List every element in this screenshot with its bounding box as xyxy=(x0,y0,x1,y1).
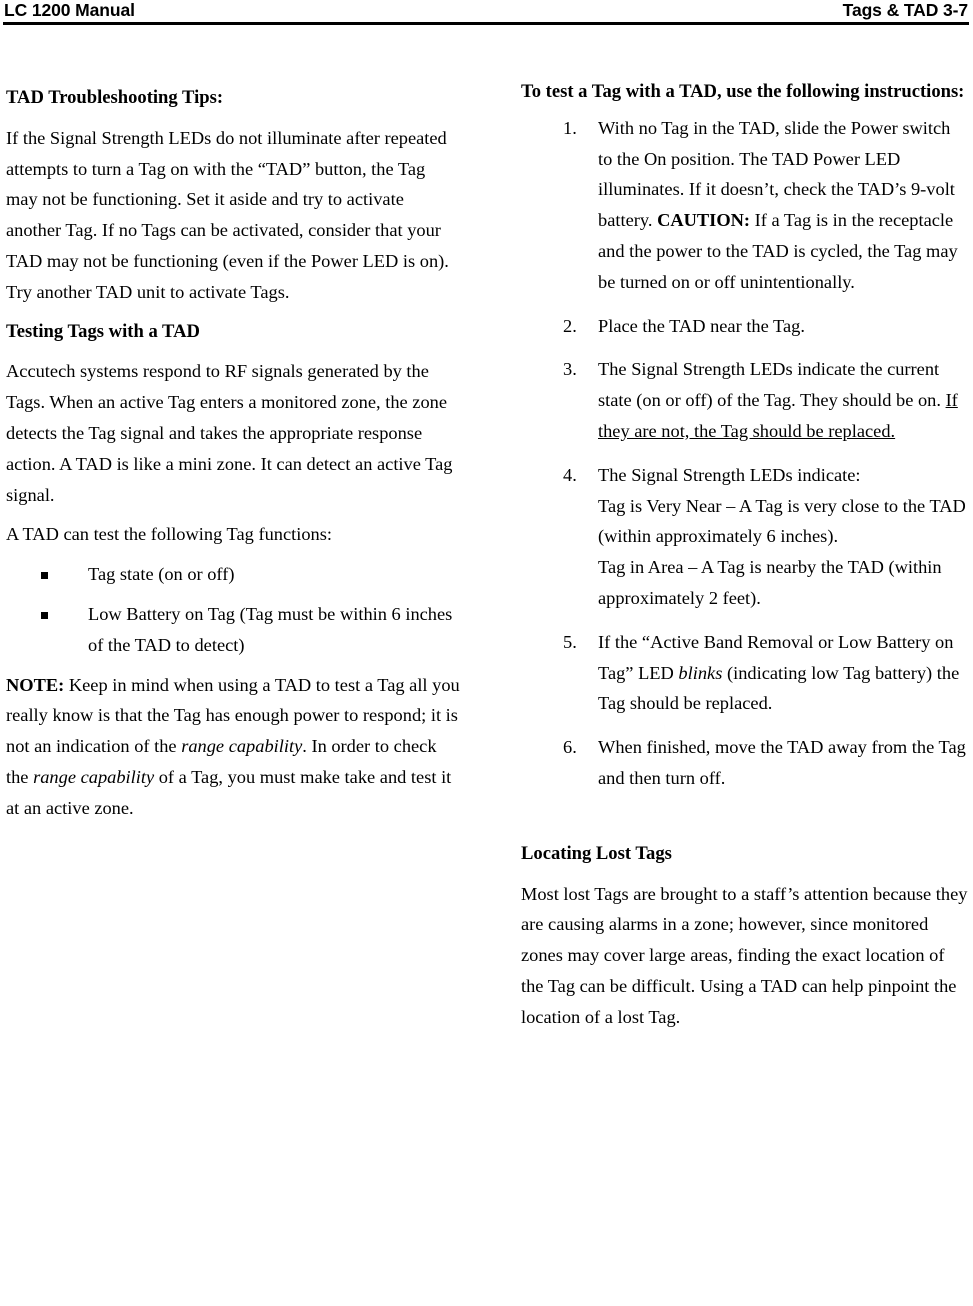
list-item: 5. If the “Active Band Removal or Low Ba… xyxy=(521,627,968,719)
list-item-number: 2. xyxy=(563,315,577,336)
paragraph-locating-lost-tags: Most lost Tags are brought to a staff’s … xyxy=(521,883,968,1027)
list-item-number: 5. xyxy=(563,631,577,652)
bullet-item-label: Tag state (on or off) xyxy=(88,564,235,585)
paragraph-tad-can-test: A TAD can test the following Tag functio… xyxy=(6,524,333,545)
list-item-italic-blinks: blinks xyxy=(678,662,723,683)
list-item: 3. The Signal Strength LEDs indicate the… xyxy=(521,354,968,446)
note-label: NOTE: xyxy=(6,674,65,695)
caution-label: CAUTION: xyxy=(657,210,751,231)
heading-to-test-a-tag: To test a Tag with a TAD, use the follow… xyxy=(521,81,965,102)
list-item-number: 6. xyxy=(563,737,577,758)
list-item: 1. With no Tag in the TAD, slide the Pow… xyxy=(521,113,968,298)
list-item: Low Battery on Tag (Tag must be within 6… xyxy=(6,599,461,661)
list-item: 4. The Signal Strength LEDs indicate: Ta… xyxy=(521,460,968,614)
list-item: Tag state (on or off) xyxy=(6,559,461,590)
header-divider-rule xyxy=(3,22,969,25)
heading-testing-tags-with-a-tad: Testing Tags with a TAD xyxy=(6,320,200,342)
list-item-text-1: Place the TAD near the Tag. xyxy=(598,315,805,336)
list-item: 2. Place the TAD near the Tag. xyxy=(521,311,968,342)
tag-functions-bullet-list: Tag state (on or off) Low Battery on Tag… xyxy=(6,559,461,660)
list-item-number: 1. xyxy=(563,117,577,138)
list-item-text-1: When finished, move the TAD away from th… xyxy=(598,737,966,788)
paragraph-accutech-systems: Accutech systems respond to RF signals g… xyxy=(6,361,453,505)
note-italic-1: range capability xyxy=(181,736,303,757)
right-column: To test a Tag with a TAD, use the follow… xyxy=(521,74,968,1033)
list-item-text-1: The Signal Strength LEDs indicate the cu… xyxy=(598,359,946,411)
heading-locating-lost-tags: Locating Lost Tags xyxy=(521,842,672,864)
bullet-item-label: Low Battery on Tag (Tag must be within 6… xyxy=(88,603,453,655)
paragraph-troubleshooting: If the Signal Strength LEDs do not illum… xyxy=(6,127,449,302)
header-manual-title: LC 1200 Manual xyxy=(4,0,135,20)
list-item-line-1: The Signal Strength LEDs indicate: xyxy=(598,464,861,485)
test-instructions-numbered-list: 1. With no Tag in the TAD, slide the Pow… xyxy=(521,113,968,794)
note-italic-2: range capability xyxy=(33,766,155,787)
list-item: 6. When finished, move the TAD away from… xyxy=(521,732,968,794)
paragraph-note: NOTE: Keep in mind when using a TAD to t… xyxy=(6,670,461,824)
list-item-number: 4. xyxy=(563,464,577,485)
list-item-number: 3. xyxy=(563,359,577,380)
heading-tad-troubleshooting-tips: TAD Troubleshooting Tips: xyxy=(6,87,224,108)
list-item-line-3: Tag in Area – A Tag is nearby the TAD (w… xyxy=(598,557,942,608)
list-item-line-2: Tag is Very Near – A Tag is very close t… xyxy=(598,495,966,547)
header-section-page: Tags & TAD 3-7 xyxy=(842,0,968,20)
left-column: TAD Troubleshooting Tips: If the Signal … xyxy=(6,74,461,824)
